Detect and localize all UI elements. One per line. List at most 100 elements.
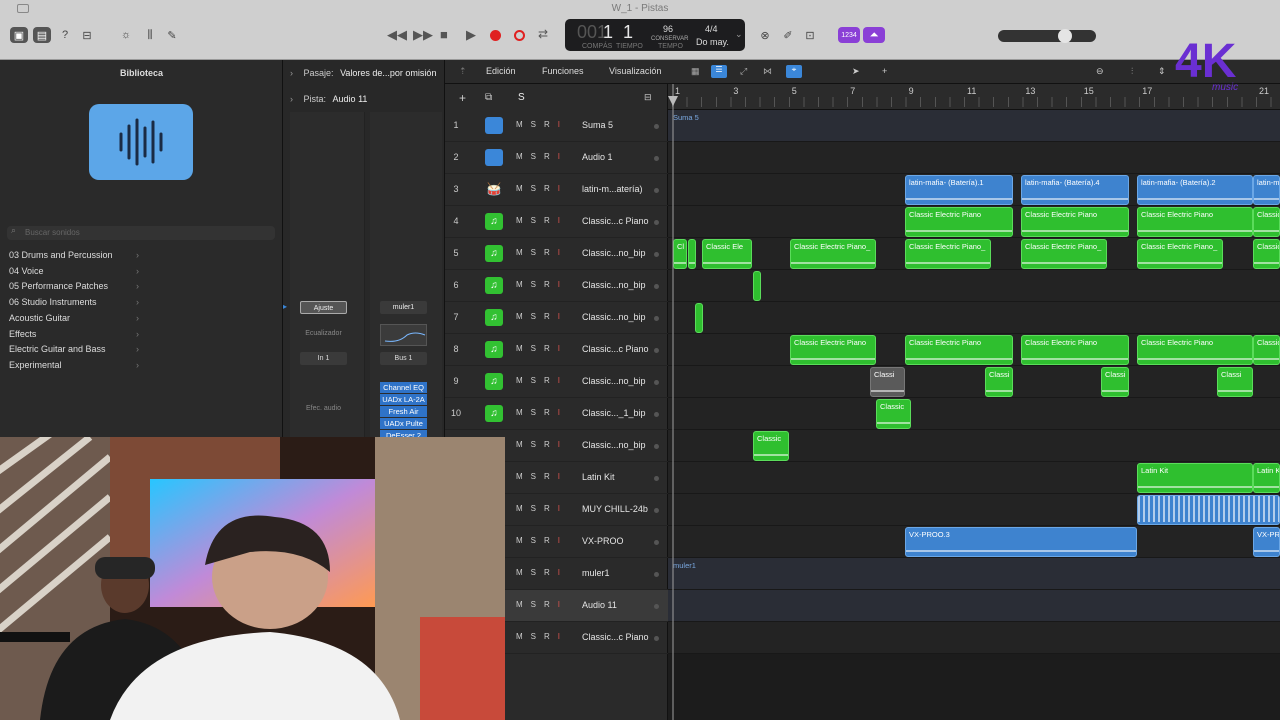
track-buttons[interactable]: MSRI [516,152,568,161]
play-icon[interactable]: ▶ [466,27,476,43]
duplicate-track-icon[interactable]: ⧉ [485,92,492,103]
global-solo-button[interactable]: S [518,92,525,103]
track-row[interactable]: 9 ♫ MSRI Classic...no_bip [445,366,668,398]
track-buttons[interactable]: MSRI [516,280,568,289]
secondary-tool-icon[interactable]: + [882,66,887,76]
rewind-icon[interactable]: ◀◀ [387,27,407,43]
midi-region[interactable]: Classic Electric Piano [1137,335,1253,365]
audio-region[interactable]: latin-m [1253,175,1280,205]
track-row[interactable]: 4 ♫ MSRI Classic...c Piano [445,206,668,238]
track-buttons[interactable]: MSRI [516,216,568,225]
audio-region[interactable]: VX-PR [1253,527,1280,557]
master-volume-slider[interactable] [998,29,1096,43]
strip-name[interactable]: muler1 [380,301,427,314]
track-row[interactable]: 6 ♫ MSRI Classic...no_bip [445,270,668,302]
playhead[interactable] [672,84,674,720]
midi-region[interactable]: Classic Electric Piano [1253,335,1280,365]
midi-region[interactable]: Cl [673,239,687,269]
track-name[interactable]: Audio 1 [582,152,613,162]
track-name[interactable]: Audio 11 [582,600,617,610]
toolbar-icon[interactable]: ⊟ [78,27,96,43]
list-view-icon[interactable]: ☰ [711,65,727,78]
metronome-icon[interactable]: ⏶ [863,27,885,43]
summing-label[interactable]: muler1 [670,559,750,589]
track-lane[interactable] [668,302,1280,334]
track-name[interactable]: MUY CHILL-24b [582,504,648,514]
track-buttons[interactable]: MSRI [516,472,568,481]
track-name[interactable]: Classic...no_bip [582,376,646,386]
help-icon[interactable]: ? [56,27,74,43]
track-lane[interactable] [668,398,1280,430]
audio-region[interactable]: VX-PROO.3 [905,527,1137,557]
midi-region[interactable]: Classi [870,367,905,397]
track-name[interactable]: latin-m...atería) [582,184,643,194]
plugin-slot[interactable]: Fresh Air [380,406,427,417]
track-row[interactable]: 2 MSRI Audio 1 [445,142,668,174]
midi-region[interactable]: Classic Electric Piano [1021,335,1129,365]
automation-icon[interactable]: ⤢ [740,66,747,77]
midi-region[interactable] [688,239,696,269]
midi-region[interactable]: Classic Electric Piano_ [905,239,991,269]
track-buttons[interactable]: MSRI [516,184,568,193]
inspector-toggle-icon[interactable]: ▤ [33,27,51,43]
track-lane[interactable] [668,110,1280,142]
count-in-button[interactable]: 1234 [838,27,860,43]
midi-region[interactable]: Latin Kit [1137,463,1253,493]
note-pad-icon[interactable]: ✐ [779,27,797,43]
record-icon[interactable] [490,30,501,41]
zoom-icon[interactable]: ⊖ [1096,66,1104,77]
track-name[interactable]: Classic...no_bip [582,312,646,322]
track-name[interactable]: Classic...no_bip [582,440,646,450]
plugin-slot[interactable]: UADx Pulte [380,418,427,429]
mixer-icon[interactable]: ⫼ [141,27,159,43]
track-buttons[interactable]: MSRI [516,504,568,513]
midi-region[interactable]: Classi [1217,367,1253,397]
library-item[interactable]: Acoustic Guitar › [9,313,139,327]
audio-region[interactable]: latin-mafia- (Batería).1 [905,175,1013,205]
track-name[interactable]: Classic...no_bip [582,280,646,290]
height-zoom-icon[interactable]: ⇕ [1158,66,1166,77]
flex-icon[interactable]: ⋈ [763,66,772,77]
track-buttons[interactable]: MSRI [516,312,568,321]
midi-region[interactable]: Classic Ele [702,239,752,269]
library-item[interactable]: Effects › [9,329,139,343]
library-item[interactable]: 03 Drums and Percussion › [9,250,139,264]
midi-region[interactable]: Classic Electric Piano_ [790,239,876,269]
volume-knob[interactable] [1058,29,1072,43]
audio-effects-slot[interactable]: Efec. audio [300,402,347,415]
track-buttons[interactable]: MSRI [516,376,568,385]
track-row[interactable]: 10 ♫ MSRI Classic..._1_bip [445,398,668,430]
midi-region[interactable]: Classic Electric Piano_ [1253,239,1280,269]
track-buttons[interactable]: MSRI [516,440,568,449]
track-buttons[interactable]: MSRI [516,248,568,257]
smart-controls-icon[interactable]: ☼ [117,27,135,43]
input-slot[interactable]: In 1 [300,352,347,365]
plugin-slot[interactable]: Channel EQ [380,382,427,393]
track-row[interactable]: 1 MSRI Suma 5 [445,110,668,142]
plugin-slot[interactable]: UADx LA-2A [380,394,427,405]
track-name[interactable]: VX-PROO [582,536,624,546]
grid-icon[interactable]: ▦ [691,66,700,77]
arrange-area[interactable]: Suma 5 latin-mafia- (Batería).1 latin-mafi… [668,110,1280,720]
track-lane[interactable] [668,590,1280,622]
track-name[interactable]: Classic...c Piano [582,344,649,354]
global-track-icon[interactable]: ⊟ [644,92,652,103]
track-lane[interactable] [668,366,1280,398]
midi-region[interactable]: Classic Electric Piano_ [1137,239,1223,269]
summing-label[interactable]: Suma 5 [670,111,750,141]
editors-icon[interactable]: ✎ [163,27,181,43]
midi-region[interactable]: Classic [753,431,789,461]
replace-record-icon[interactable] [514,30,525,41]
track-lane[interactable] [668,622,1280,654]
sidebar-icon[interactable] [17,4,29,13]
region-disclosure[interactable]: › Pasaje: Valores de...por omisión [290,68,436,78]
track-name[interactable]: Suma 5 [582,120,613,130]
track-row[interactable]: 7 ♫ MSRI Classic...no_bip [445,302,668,334]
track-lane[interactable] [668,142,1280,174]
track-buttons[interactable]: MSRI [516,536,568,545]
add-track-button[interactable]: + [459,91,466,105]
track-row[interactable]: 5 ♫ MSRI Classic...no_bip [445,238,668,270]
library-item[interactable]: 06 Studio Instruments › [9,297,139,311]
midi-region[interactable]: Latin Ki [1253,463,1280,493]
eq-thumbnail[interactable] [380,324,427,346]
